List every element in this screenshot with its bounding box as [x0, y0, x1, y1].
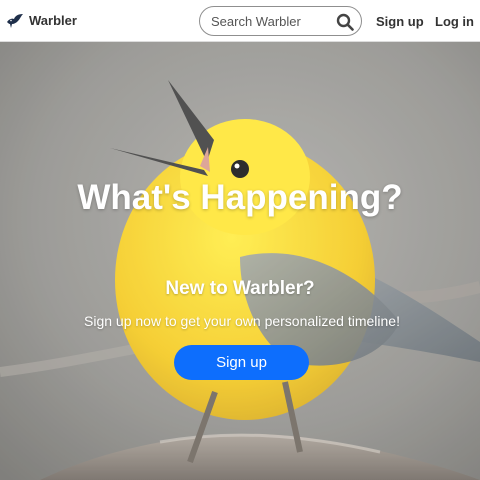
hero-description: Sign up now to get your own personalized… — [84, 313, 400, 329]
navbar: Warbler Sign up Log in — [0, 0, 480, 42]
search-icon[interactable] — [336, 13, 354, 31]
brand-name: Warbler — [29, 13, 77, 28]
hero-overlay — [0, 42, 480, 480]
hero-title: What's Happening? — [77, 178, 403, 217]
search-bar — [199, 6, 362, 36]
search-input[interactable] — [211, 13, 329, 29]
hero-subtitle: New to Warbler? — [165, 278, 315, 299]
brand-link[interactable]: Warbler — [6, 13, 77, 29]
nav-signup-link[interactable]: Sign up — [376, 14, 424, 29]
hero-signup-button[interactable]: Sign up — [174, 345, 309, 380]
nav-login-link[interactable]: Log in — [435, 14, 474, 29]
hero-section: What's Happening? New to Warbler? Sign u… — [0, 42, 480, 480]
bird-logo-icon — [7, 13, 23, 28]
